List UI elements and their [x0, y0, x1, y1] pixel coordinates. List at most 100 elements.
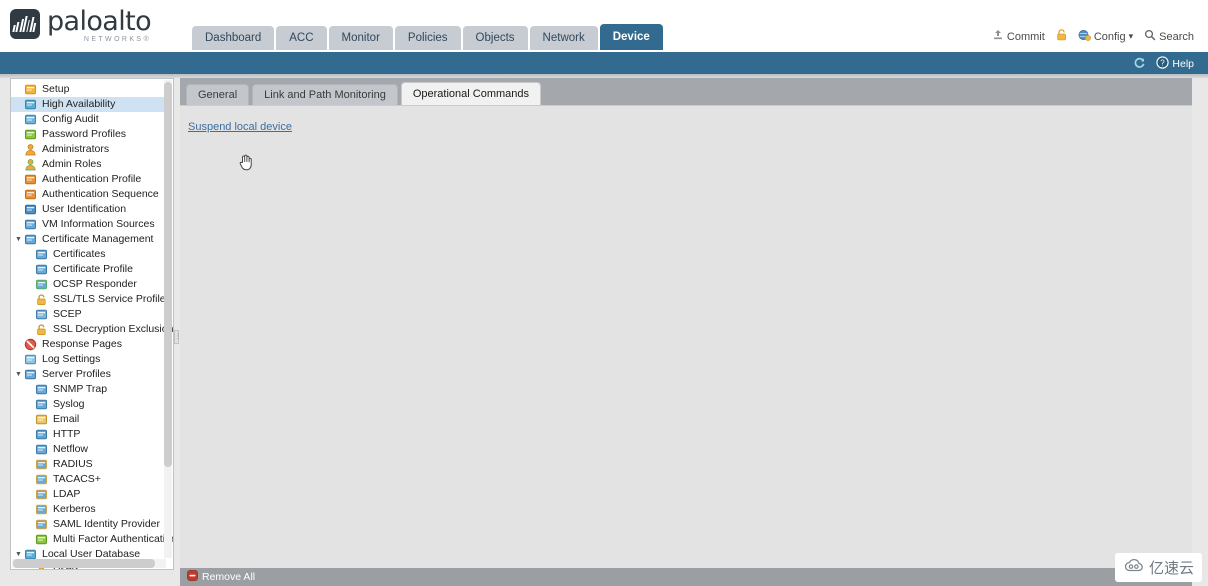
remove-all-button[interactable]: Remove All [202, 571, 255, 583]
main-tab-acc[interactable]: ACC [276, 26, 327, 50]
sidebar-item-label: SSL/TLS Service Profile [53, 293, 166, 305]
sidebar-item-label: Log Settings [42, 353, 101, 365]
setup-icon [24, 83, 39, 96]
email-icon [35, 413, 50, 426]
sidebar-item-ssl-tls-service-profile[interactable]: SSL/TLS Service Profile [11, 292, 169, 307]
band-actions: ? Help [1133, 56, 1194, 72]
content-tab-bar: General Link and Path Monitoring Operation… [186, 82, 541, 105]
search-label: Search [1159, 30, 1194, 43]
sidebar-item-scep[interactable]: SCEP [11, 307, 169, 322]
sidebar-item-http[interactable]: HTTP [11, 427, 169, 442]
brand-logo[interactable]: paloalto NETWORKS® [10, 6, 152, 43]
sidebar-item-label: SCEP [53, 308, 82, 320]
svg-text:?: ? [1161, 59, 1166, 68]
sidebar-item-multi-factor-authentication[interactable]: Multi Factor Authentication [11, 532, 173, 547]
sidebar-item-config-audit[interactable]: Config Audit [11, 112, 169, 127]
sidebar-item-label: Response Pages [42, 338, 122, 350]
operational-commands-panel: Suspend local device [180, 105, 1192, 571]
sidebar-item-radius[interactable]: RADIUS [11, 457, 169, 472]
sidebar-item-label: Server Profiles [42, 368, 111, 380]
commit-button[interactable]: Commit [992, 29, 1045, 44]
sidebar-vertical-scroll-thumb[interactable] [164, 82, 172, 467]
authentication-sequence-icon [24, 188, 39, 201]
sidebar-item-saml-identity-provider[interactable]: SAML Identity Provider [11, 517, 169, 532]
sidebar-item-password-profiles[interactable]: Password Profiles [11, 127, 169, 142]
sidebar-item-server-profiles[interactable]: ▼ Server Profiles [11, 367, 169, 382]
config-menu[interactable]: Config ▾ [1078, 29, 1133, 44]
certificate-profile-icon [35, 263, 50, 276]
multi-factor-authentication-icon [35, 533, 50, 546]
brand-subtext: NETWORKS® [83, 36, 152, 43]
sidebar-item-label: Certificate Profile [53, 263, 133, 275]
search-button[interactable]: Search [1144, 29, 1194, 44]
utility-toolbar: Commit Config ▾ Search [992, 29, 1194, 44]
sidebar-item-label: LDAP [53, 488, 81, 500]
device-navigation-sidebar[interactable]: Setup High Availability Config Audit Passwo… [10, 78, 174, 570]
sidebar-item-log-settings[interactable]: Log Settings [11, 352, 169, 367]
sidebar-item-label: TACACS+ [53, 473, 101, 485]
sidebar-horizontal-scroll-thumb[interactable] [13, 559, 155, 568]
expand-caret-icon[interactable]: ▼ [13, 232, 24, 247]
commit-icon [992, 29, 1004, 44]
vm-information-sources-icon [24, 218, 39, 231]
sidebar-item-high-availability[interactable]: High Availability [11, 97, 169, 112]
sidebar-vertical-scrollbar[interactable] [164, 80, 172, 558]
sidebar-item-certificate-profile[interactable]: Certificate Profile [11, 262, 169, 277]
administrators-icon [24, 143, 39, 156]
sidebar-splitter-handle[interactable]: ⋮ [174, 330, 181, 344]
sidebar-item-kerberos[interactable]: Kerberos [11, 502, 169, 517]
sidebar-item-user-identification[interactable]: User Identification [11, 202, 169, 217]
main-tab-network[interactable]: Network [529, 26, 598, 50]
sidebar-item-label: HTTP [53, 428, 81, 440]
sidebar-item-vm-information-sources[interactable]: VM Information Sources [11, 217, 169, 232]
palo-alto-web-ui: paloalto NETWORKS® Dashboard ACC Monitor Po… [0, 0, 1208, 586]
main-tab-monitor[interactable]: Monitor [328, 26, 393, 50]
sidebar-item-certificates[interactable]: Certificates [11, 247, 169, 262]
content-tab-link-and-path-monitoring[interactable]: Link and Path Monitoring [252, 84, 398, 105]
app-header: paloalto NETWORKS® Dashboard ACC Monitor Po… [0, 0, 1208, 52]
sidebar-item-label: VM Information Sources [42, 218, 155, 230]
sidebar-item-ocsp-responder[interactable]: OCSP Responder [11, 277, 169, 292]
padlock-icon [35, 323, 50, 336]
main-tab-dashboard[interactable]: Dashboard [192, 26, 275, 50]
sidebar-item-authentication-sequence[interactable]: Authentication Sequence [11, 187, 169, 202]
admin-roles-icon [24, 158, 39, 171]
remove-icon [187, 568, 198, 586]
scep-icon [35, 308, 50, 321]
sidebar-item-response-pages[interactable]: Response Pages [11, 337, 169, 352]
sidebar-item-tacacs-[interactable]: TACACS+ [11, 472, 169, 487]
content-tab-general[interactable]: General [186, 84, 250, 105]
sidebar-item-ldap[interactable]: LDAP [11, 487, 169, 502]
brand-wordmark: paloalto [47, 6, 152, 37]
content-tab-operational-commands[interactable]: Operational Commands [400, 82, 541, 105]
refresh-icon [1133, 56, 1146, 72]
sidebar-item-label: Syslog [53, 398, 85, 410]
sidebar-item-authentication-profile[interactable]: Authentication Profile [11, 172, 169, 187]
sidebar-item-label: Admin Roles [42, 158, 102, 170]
lock-button[interactable] [1056, 29, 1067, 44]
saml-identity-provider-icon [35, 518, 50, 531]
password-profiles-icon [24, 128, 39, 141]
sidebar-item-syslog[interactable]: Syslog [11, 397, 169, 412]
refresh-button[interactable] [1133, 56, 1146, 72]
high-availability-icon [24, 98, 39, 111]
content-vertical-scrollbar[interactable] [1182, 106, 1192, 571]
suspend-local-device-link[interactable]: Suspend local device [188, 121, 292, 133]
sidebar-item-admin-roles[interactable]: Admin Roles [11, 157, 169, 172]
help-button[interactable]: ? Help [1156, 56, 1194, 72]
sidebar-item-certificate-management[interactable]: ▼ Certificate Management [11, 232, 169, 247]
main-tab-device[interactable]: Device [599, 24, 663, 50]
log-settings-icon [24, 353, 39, 366]
main-tab-policies[interactable]: Policies [394, 26, 461, 50]
sidebar-item-label: Multi Factor Authentication [53, 533, 174, 545]
sidebar-item-ssl-decryption-exclusion[interactable]: SSL Decryption Exclusion [11, 322, 173, 337]
sidebar-item-netflow[interactable]: Netflow [11, 442, 169, 457]
sidebar-item-setup[interactable]: Setup [11, 82, 169, 97]
main-tab-objects[interactable]: Objects [462, 26, 528, 50]
certificates-icon [35, 248, 50, 261]
expand-caret-icon[interactable]: ▼ [13, 367, 24, 382]
sidebar-horizontal-scrollbar[interactable] [12, 559, 166, 568]
sidebar-item-administrators[interactable]: Administrators [11, 142, 169, 157]
sidebar-item-snmp-trap[interactable]: SNMP Trap [11, 382, 169, 397]
sidebar-item-email[interactable]: Email [11, 412, 169, 427]
